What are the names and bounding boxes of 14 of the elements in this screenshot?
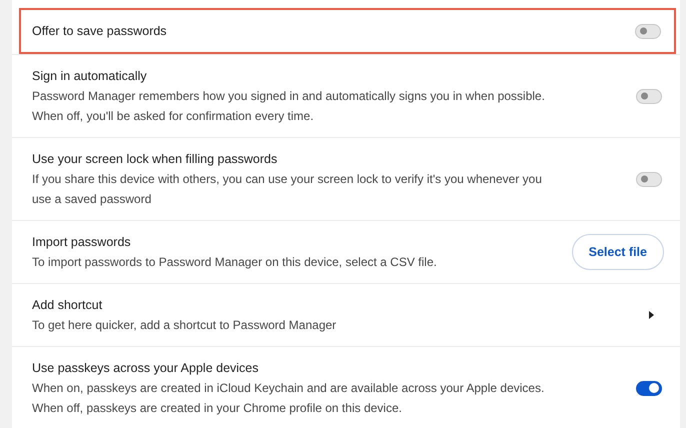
setting-title: Use your screen lock when filling passwords xyxy=(32,151,278,168)
chevron-right-icon[interactable] xyxy=(649,311,654,319)
setting-description: To get here quicker, add a shortcut to Password Manager xyxy=(32,317,338,334)
setting-title: Offer to save passwords xyxy=(32,23,168,40)
toggle-switch[interactable] xyxy=(636,380,662,396)
setting-title: Add shortcut xyxy=(32,297,104,314)
setting-title: Import passwords xyxy=(32,234,132,251)
setting-description: To import passwords to Password Manager on this device, select a CSV file. xyxy=(32,254,438,271)
setting-description: Password Manager remembers how you signed in and automatically signs you in when possible. When off, you'll be asked for confirmation every time. xyxy=(32,88,546,125)
setting-title: Sign in automatically xyxy=(32,68,148,85)
select-file-button[interactable]: Select file xyxy=(572,234,664,270)
setting-description: When on, passkeys are created in iCloud Keychain and are available across your Apple devices. When off, passkeys are created in your Chrome profile on this device. xyxy=(32,380,546,417)
setting-description: If you share this device with others, you can use your screen lock to verify it's you whenever you use a saved password xyxy=(32,171,543,208)
setting-title: Use passkeys across your Apple devices xyxy=(32,360,260,377)
